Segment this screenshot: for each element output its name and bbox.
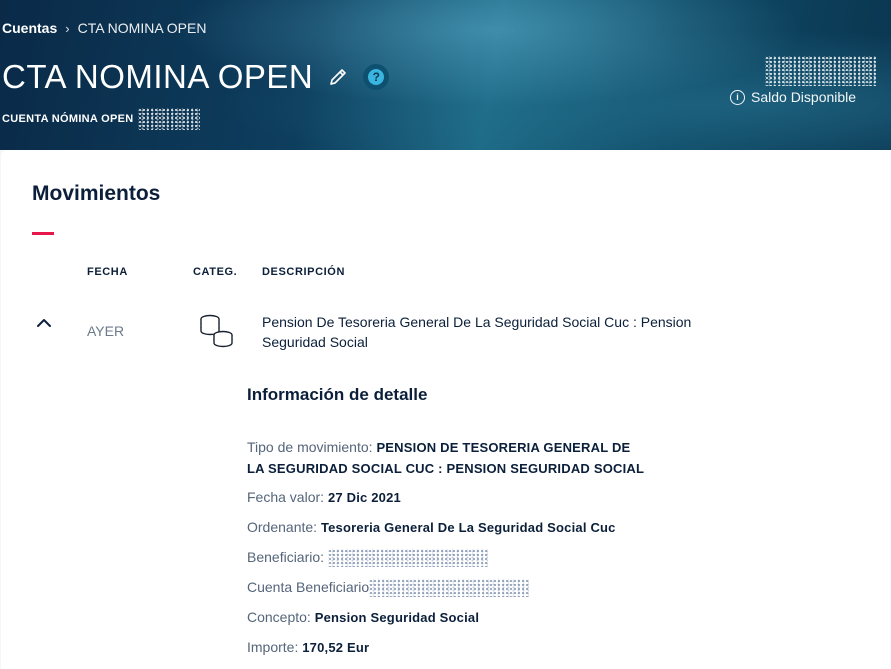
detail-concepto-value: Pension Seguridad Social — [314, 610, 480, 625]
breadcrumb-cuentas-link[interactable]: Cuentas — [2, 20, 57, 36]
detail-tipo-value-2: LA SEGURIDAD SOCIAL CUC : PENSION SEGURI… — [247, 461, 645, 476]
title-accent-bar — [32, 232, 54, 235]
detail-cuenta-beneficiario: Cuenta Beneficiario — [247, 577, 697, 598]
movements-title: Movimientos — [32, 182, 161, 205]
detail-fecha-value: 27 Dic 2021 — [327, 490, 401, 505]
column-header-fecha: FECHA — [87, 266, 128, 278]
column-header-categ: CATEG. — [193, 266, 238, 278]
page-title: CTA NOMINA OPEN — [2, 58, 314, 95]
movement-date: AYER — [87, 323, 125, 339]
account-number-redacted — [137, 108, 200, 130]
title-row: CTA NOMINA OPEN ? — [2, 58, 390, 96]
detail-tipo-movimiento: Tipo de movimiento: PENSION DE TESORERIA… — [247, 437, 697, 479]
cuenta-beneficiario-redacted — [369, 579, 530, 598]
detail-concepto-label: Concepto: — [247, 609, 311, 625]
detail-tipo-label: Tipo de movimiento: — [247, 439, 373, 455]
detail-ordenante-value: Tesoreria General De La Seguridad Social… — [320, 520, 616, 535]
beneficiario-redacted — [327, 549, 488, 568]
detail-beneficiario: Beneficiario: — [247, 547, 697, 568]
detail-ordenante: Ordenante: Tesoreria General De La Segur… — [247, 517, 697, 538]
chevron-up-icon[interactable] — [36, 316, 52, 334]
breadcrumb-separator-icon: › — [65, 20, 70, 36]
movement-description[interactable]: Pension De Tesoreria General De La Segur… — [262, 312, 742, 352]
info-icon: i — [730, 89, 745, 105]
account-subtitle: CUENTA NÓMINA OPEN — [2, 108, 200, 130]
detail-importe-value: 170,52 Eur — [302, 640, 370, 655]
detail-concepto: Concepto: Pension Seguridad Social — [247, 607, 697, 628]
detail-tipo-value-1: PENSION DE TESORERIA GENERAL DE — [376, 440, 631, 455]
movements-card: Movimientos FECHA CATEG. DESCRIPCIÓN AYE… — [1, 150, 891, 669]
detail-cuenta-label: Cuenta Beneficiario — [247, 579, 370, 595]
coins-icon — [197, 313, 237, 354]
detail-title: Información de detalle — [247, 385, 428, 404]
account-type-label: CUENTA NÓMINA OPEN — [2, 113, 134, 125]
balance-label-text: Saldo Disponible — [751, 89, 857, 105]
breadcrumb-current: CTA NOMINA OPEN — [77, 20, 207, 36]
account-header: Cuentas › CTA NOMINA OPEN CTA NOMINA OPE… — [0, 0, 891, 150]
detail-fecha-label: Fecha valor: — [247, 489, 325, 505]
detail-importe: Importe: 170,52 Eur — [247, 637, 697, 658]
column-header-descripcion: DESCRIPCIÓN — [262, 266, 345, 278]
detail-beneficiario-label: Beneficiario: — [247, 549, 325, 565]
balance-amount-redacted — [765, 56, 877, 86]
detail-fecha-valor: Fecha valor: 27 Dic 2021 — [247, 487, 697, 508]
help-glyph: ? — [368, 69, 385, 85]
balance-label[interactable]: i Saldo Disponible — [730, 89, 856, 105]
detail-ordenante-label: Ordenante: — [247, 519, 318, 535]
breadcrumb: Cuentas › CTA NOMINA OPEN — [2, 20, 206, 36]
detail-importe-label: Importe: — [247, 639, 299, 655]
pencil-icon[interactable] — [327, 66, 349, 88]
help-icon[interactable]: ? — [363, 64, 390, 90]
